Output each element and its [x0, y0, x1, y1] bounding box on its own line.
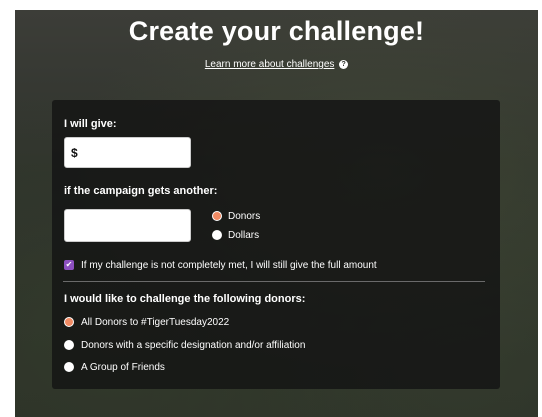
give-label: I will give:: [64, 118, 117, 130]
full-amount-checkbox-label: If my challenge is not completely met, I…: [81, 260, 377, 271]
radio-dollars-label: Dollars: [228, 230, 260, 241]
question-circle-icon[interactable]: ?: [339, 59, 349, 69]
page-title: Create your challenge!: [128, 16, 425, 46]
radio-specific-designation[interactable]: [64, 340, 74, 350]
radio-donors[interactable]: [212, 211, 222, 221]
radio-all-donors-label: All Donors to #TigerTuesday2022: [81, 317, 230, 328]
target-count-input[interactable]: [64, 209, 191, 242]
full-amount-checkbox[interactable]: ✔: [64, 260, 74, 270]
radio-group-of-friends[interactable]: [64, 362, 74, 372]
learn-more-row: Learn more about challenges ?: [15, 59, 538, 70]
learn-more-link[interactable]: Learn more about challenges: [205, 59, 335, 70]
radio-dollars[interactable]: [212, 230, 222, 240]
radio-specific-designation-label: Donors with a specific designation and/o…: [81, 340, 306, 351]
radio-donors-label: Donors: [228, 211, 261, 222]
challenge-donors-label: I would like to challenge the following …: [64, 293, 306, 305]
dollar-prefix: $: [71, 146, 78, 160]
radio-all-donors[interactable]: [64, 317, 74, 327]
divider: [63, 281, 485, 282]
checkmark-icon: ✔: [65, 260, 73, 269]
radio-group-of-friends-label: A Group of Friends: [81, 362, 165, 373]
give-amount-input[interactable]: $: [64, 137, 191, 168]
campaign-gets-label: if the campaign gets another:: [64, 185, 218, 197]
